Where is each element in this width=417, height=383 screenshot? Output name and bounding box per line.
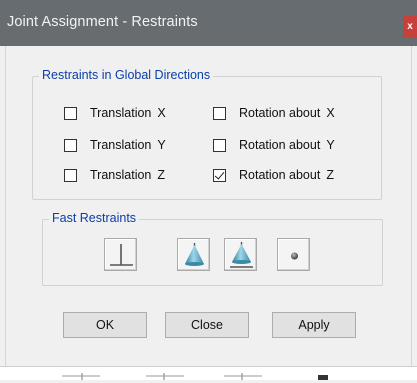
translation-x-row[interactable]: Translation X <box>64 104 166 122</box>
rotation-x-checkbox[interactable] <box>213 106 226 120</box>
fixed-restraint-button[interactable] <box>104 238 137 271</box>
translation-x-axis: X <box>157 106 166 120</box>
rotation-z-label: Rotation about <box>239 168 321 182</box>
rotation-x-row[interactable]: Rotation about X <box>213 104 335 122</box>
rotation-z-axis: Z <box>326 168 334 182</box>
close-button[interactable]: Close <box>165 312 249 338</box>
fast-restraints-group: Fast Restraints <box>42 211 383 286</box>
rotation-z-checkbox[interactable] <box>213 168 226 182</box>
pinned-support-icon <box>185 243 204 266</box>
translation-z-row[interactable]: Translation Z <box>64 166 165 184</box>
background-canvas-strip <box>0 366 417 380</box>
title-bar: Joint Assignment - Restraints x <box>0 0 417 46</box>
window-title: Joint Assignment - Restraints <box>7 14 198 30</box>
rotation-x-label: Rotation about <box>239 106 321 120</box>
background-grid-marks <box>62 373 328 380</box>
translation-z-label: Translation <box>90 168 152 182</box>
roller-support-icon <box>230 242 253 268</box>
translation-x-label: Translation <box>90 106 152 120</box>
rotation-x-axis: X <box>326 106 335 120</box>
checkmark-icon <box>214 168 225 180</box>
translation-z-checkbox[interactable] <box>64 168 77 182</box>
roller-restraint-button[interactable] <box>224 238 257 271</box>
translation-y-checkbox[interactable] <box>64 138 77 152</box>
fast-restraints-legend: Fast Restraints <box>49 211 140 225</box>
rotation-y-axis: Y <box>326 138 335 152</box>
close-window-button[interactable]: x <box>403 16 417 38</box>
translation-z-axis: Z <box>157 168 166 182</box>
ok-button[interactable]: OK <box>63 312 147 338</box>
rotation-y-row[interactable]: Rotation about Y <box>213 136 335 154</box>
rotation-y-checkbox[interactable] <box>213 138 226 152</box>
global-restraints-legend: Restraints in Global Directions <box>39 68 214 82</box>
translation-y-row[interactable]: Translation Y <box>64 136 166 154</box>
translation-y-axis: Y <box>157 138 166 152</box>
rotation-z-row[interactable]: Rotation about Z <box>213 166 334 184</box>
pinned-restraint-button[interactable] <box>177 238 210 271</box>
rotation-y-label: Rotation about <box>239 138 321 152</box>
free-restraint-button[interactable] <box>277 238 310 271</box>
free-joint-icon <box>291 252 298 260</box>
apply-button[interactable]: Apply <box>272 312 356 338</box>
fixed-support-icon <box>110 244 133 266</box>
translation-y-label: Translation <box>90 138 152 152</box>
translation-x-checkbox[interactable] <box>64 106 77 120</box>
